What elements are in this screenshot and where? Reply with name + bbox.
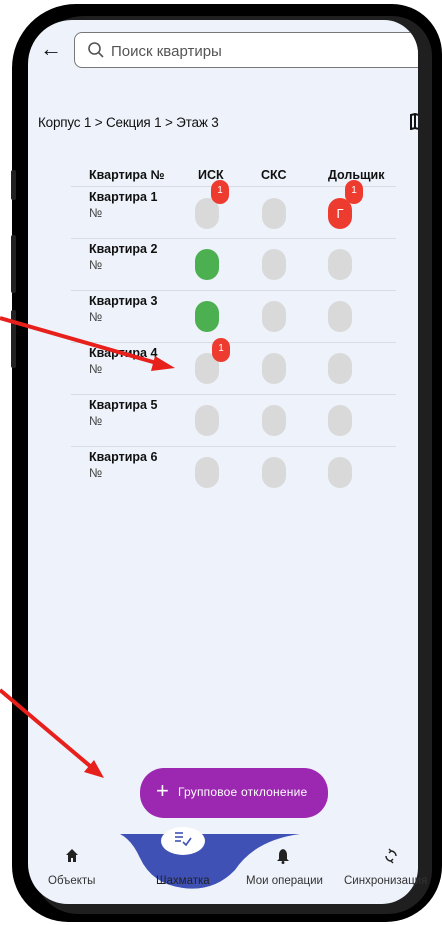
status-dot-sks[interactable]: [262, 198, 286, 229]
nav-item-chess[interactable]: Шахматка: [148, 834, 218, 894]
status-dot-dolshchik[interactable]: [328, 301, 352, 332]
top-bar: ←: [28, 20, 418, 80]
phone-side-button: [11, 235, 16, 293]
apartment-name: Квартира 5: [89, 398, 158, 412]
status-dot-isk[interactable]: [195, 457, 219, 488]
status-dot-sks[interactable]: [262, 405, 286, 436]
apartment-number: №: [89, 466, 103, 480]
status-dot-sks[interactable]: [262, 353, 286, 384]
notification-badge: 1: [212, 338, 230, 362]
status-dot-sks[interactable]: [262, 249, 286, 280]
nav-label: Синхронизация: [344, 875, 428, 887]
sync-icon: [385, 848, 397, 864]
status-dot-isk[interactable]: [195, 249, 219, 280]
status-dot-isk[interactable]: [195, 405, 219, 436]
fab-label: Групповое отклонение: [178, 785, 308, 799]
status-dot-isk[interactable]: [195, 301, 219, 332]
phone-side-button: [11, 170, 16, 200]
back-arrow-icon[interactable]: ←: [40, 38, 62, 60]
notification-badge: 1: [211, 180, 229, 204]
map-icon[interactable]: [410, 113, 418, 130]
apartment-name: Квартира 1: [89, 190, 158, 204]
plus-icon: +: [156, 778, 169, 803]
group-deviation-button[interactable]: + Групповое отклонение: [140, 768, 328, 818]
nav-label: Мои операции: [246, 875, 323, 887]
apartment-name: Квартира 3: [89, 294, 158, 308]
status-dot-dolshchik[interactable]: [328, 457, 352, 488]
apartment-name: Квартира 6: [89, 450, 158, 464]
bottom-nav: Объекты Шахматка Мои операции Синхрониза…: [0, 834, 442, 894]
apartment-number: №: [89, 414, 103, 428]
nav-item-objects[interactable]: Объекты: [40, 834, 120, 894]
search-icon: [88, 42, 104, 58]
apartment-name: Квартира 4: [89, 346, 158, 360]
nav-label: Объекты: [48, 875, 96, 887]
nav-item-my-operations[interactable]: Мои операции: [240, 834, 340, 894]
bell-icon: [277, 849, 289, 864]
apartment-number: №: [89, 258, 103, 272]
column-header-sks: СКС: [261, 168, 287, 182]
status-dot-dolshchik[interactable]: [328, 249, 352, 280]
nav-item-sync[interactable]: Синхронизация: [344, 834, 440, 894]
home-icon: [66, 849, 78, 862]
apartment-name: Квартира 2: [89, 242, 158, 256]
status-dot-sks[interactable]: [262, 457, 286, 488]
apartment-number: №: [89, 362, 103, 376]
apartment-number: №: [89, 206, 103, 220]
notification-badge: 1: [345, 180, 363, 204]
status-dot-sks[interactable]: [262, 301, 286, 332]
search-box[interactable]: [74, 32, 418, 68]
nav-label: Шахматка: [156, 875, 210, 887]
breadcrumb: Корпус 1 > Секция 1 > Этаж 3: [38, 115, 219, 130]
status-dot-dolshchik[interactable]: [328, 405, 352, 436]
status-dot-dolshchik[interactable]: [328, 353, 352, 384]
phone-side-button: [11, 310, 16, 368]
column-header-apartment: Квартира №: [89, 168, 165, 182]
apartment-number: №: [89, 310, 103, 324]
search-input[interactable]: [109, 39, 413, 63]
